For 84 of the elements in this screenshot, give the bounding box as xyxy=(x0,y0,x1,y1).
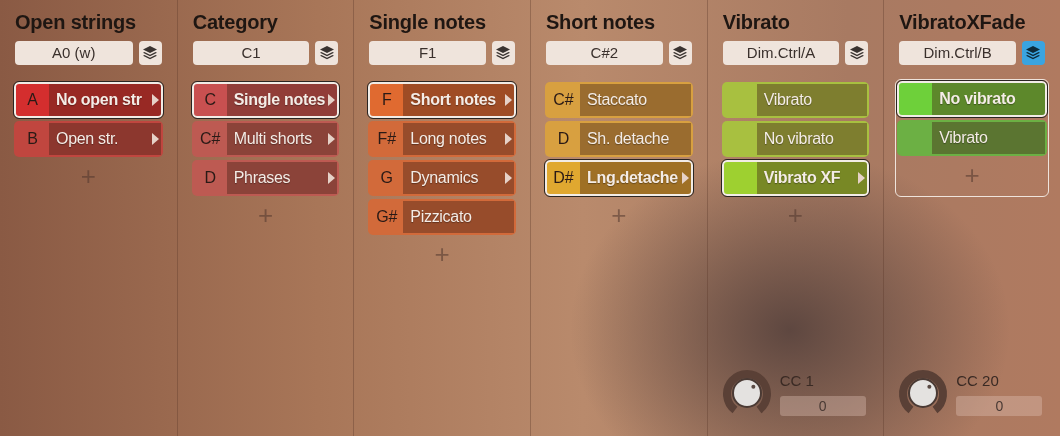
cc-value-field[interactable]: 0 xyxy=(779,396,866,416)
articulation-item[interactable]: G# Pizzicato xyxy=(368,199,516,235)
item-label: Multi shorts xyxy=(233,129,313,149)
note-label: F# xyxy=(376,129,398,149)
articulation-item[interactable]: A No open str xyxy=(14,82,163,118)
note-label: A xyxy=(26,90,39,110)
layers-button[interactable] xyxy=(138,41,162,65)
submenu-arrow-icon xyxy=(858,172,866,184)
articulation-item[interactable]: D Sh. detache xyxy=(544,121,693,157)
articulation-item[interactable]: Vibrato xyxy=(721,82,870,118)
item-label: Staccato xyxy=(586,90,648,110)
layers-button[interactable] xyxy=(668,41,692,65)
item-label: Pizzicato xyxy=(410,207,473,227)
column-title: Short notes xyxy=(545,10,656,35)
key-field[interactable]: F1 xyxy=(369,41,486,65)
layers-button[interactable] xyxy=(845,41,869,65)
layers-icon xyxy=(1025,45,1042,61)
column-title: Open strings xyxy=(15,10,137,35)
item-label: Single notes xyxy=(233,90,327,110)
articulation-item[interactable]: B Open str. xyxy=(14,121,163,157)
item-label: No open str xyxy=(56,90,143,110)
articulation-item[interactable]: F Short notes xyxy=(368,82,516,118)
articulation-item[interactable]: C# Multi shorts xyxy=(191,121,340,157)
note-label: B xyxy=(26,129,39,149)
item-label: Lng.detache xyxy=(586,168,679,188)
submenu-arrow-icon xyxy=(151,133,159,145)
note-label: G xyxy=(379,168,395,188)
item-label: Short notes xyxy=(410,90,497,110)
articulation-item[interactable]: No vibrato xyxy=(897,81,1047,117)
note-label: D# xyxy=(552,168,575,188)
submenu-arrow-icon xyxy=(504,133,512,145)
item-label: No vibrato xyxy=(763,129,835,149)
layers-icon xyxy=(318,45,335,61)
layers-icon xyxy=(848,45,865,61)
column-title: Vibrato xyxy=(722,10,791,35)
cc-label: CC 1 xyxy=(779,370,815,391)
layers-button[interactable] xyxy=(1022,41,1045,65)
submenu-arrow-icon xyxy=(151,94,159,106)
layers-icon xyxy=(495,45,512,61)
key-field[interactable]: C1 xyxy=(192,41,310,65)
item-label: Vibrato XF xyxy=(763,168,842,188)
layers-icon xyxy=(142,45,159,61)
key-field[interactable]: A0 (w) xyxy=(15,41,133,65)
articulation-item[interactable]: F# Long notes xyxy=(368,121,516,157)
note-label: D xyxy=(556,129,571,149)
layers-button[interactable] xyxy=(315,41,339,65)
articulation-item[interactable]: G Dynamics xyxy=(368,160,516,196)
submenu-arrow-icon xyxy=(681,172,689,184)
item-label: Sh. detache xyxy=(586,129,671,149)
layers-button[interactable] xyxy=(492,41,515,65)
note-label: G# xyxy=(375,207,399,227)
submenu-arrow-icon xyxy=(328,133,336,145)
item-label: Vibrato xyxy=(939,128,989,148)
item-label: Long notes xyxy=(410,129,488,149)
articulation-item[interactable]: C Single notes xyxy=(191,82,340,118)
column-title: Single notes xyxy=(369,10,487,35)
note-label: F xyxy=(380,90,393,110)
note-label: C# xyxy=(198,129,222,149)
articulation-item[interactable]: D# Lng.detache xyxy=(544,160,693,196)
key-field[interactable]: C#2 xyxy=(545,41,663,65)
articulation-item[interactable]: Vibrato XF xyxy=(721,160,870,196)
layers-icon xyxy=(672,45,689,61)
column-title: VibratoXFade xyxy=(899,10,1027,35)
note-label: C xyxy=(203,90,217,110)
item-label: Dynamics xyxy=(410,168,480,188)
submenu-arrow-icon xyxy=(504,172,512,184)
cc-label: CC 20 xyxy=(956,370,1000,391)
item-label: Vibrato xyxy=(763,90,813,110)
key-field[interactable]: Dim.Ctrl/B xyxy=(899,41,1016,65)
submenu-arrow-icon xyxy=(328,94,336,106)
column-title: Category xyxy=(192,10,279,35)
cc-value-field[interactable]: 0 xyxy=(956,396,1043,416)
item-label: Phrases xyxy=(233,168,292,188)
articulation-item[interactable]: No vibrato xyxy=(721,121,870,157)
item-label: No vibrato xyxy=(939,89,1017,109)
articulation-item[interactable]: C# Staccato xyxy=(544,82,693,118)
submenu-arrow-icon xyxy=(328,172,336,184)
articulation-item[interactable]: Vibrato xyxy=(897,120,1047,156)
articulation-item[interactable]: D Phrases xyxy=(191,160,340,196)
submenu-arrow-icon xyxy=(504,94,512,106)
key-field[interactable]: Dim.Ctrl/A xyxy=(722,41,840,65)
note-label: D xyxy=(203,168,217,188)
item-label: Open str. xyxy=(56,129,120,149)
note-label: C# xyxy=(552,90,575,110)
